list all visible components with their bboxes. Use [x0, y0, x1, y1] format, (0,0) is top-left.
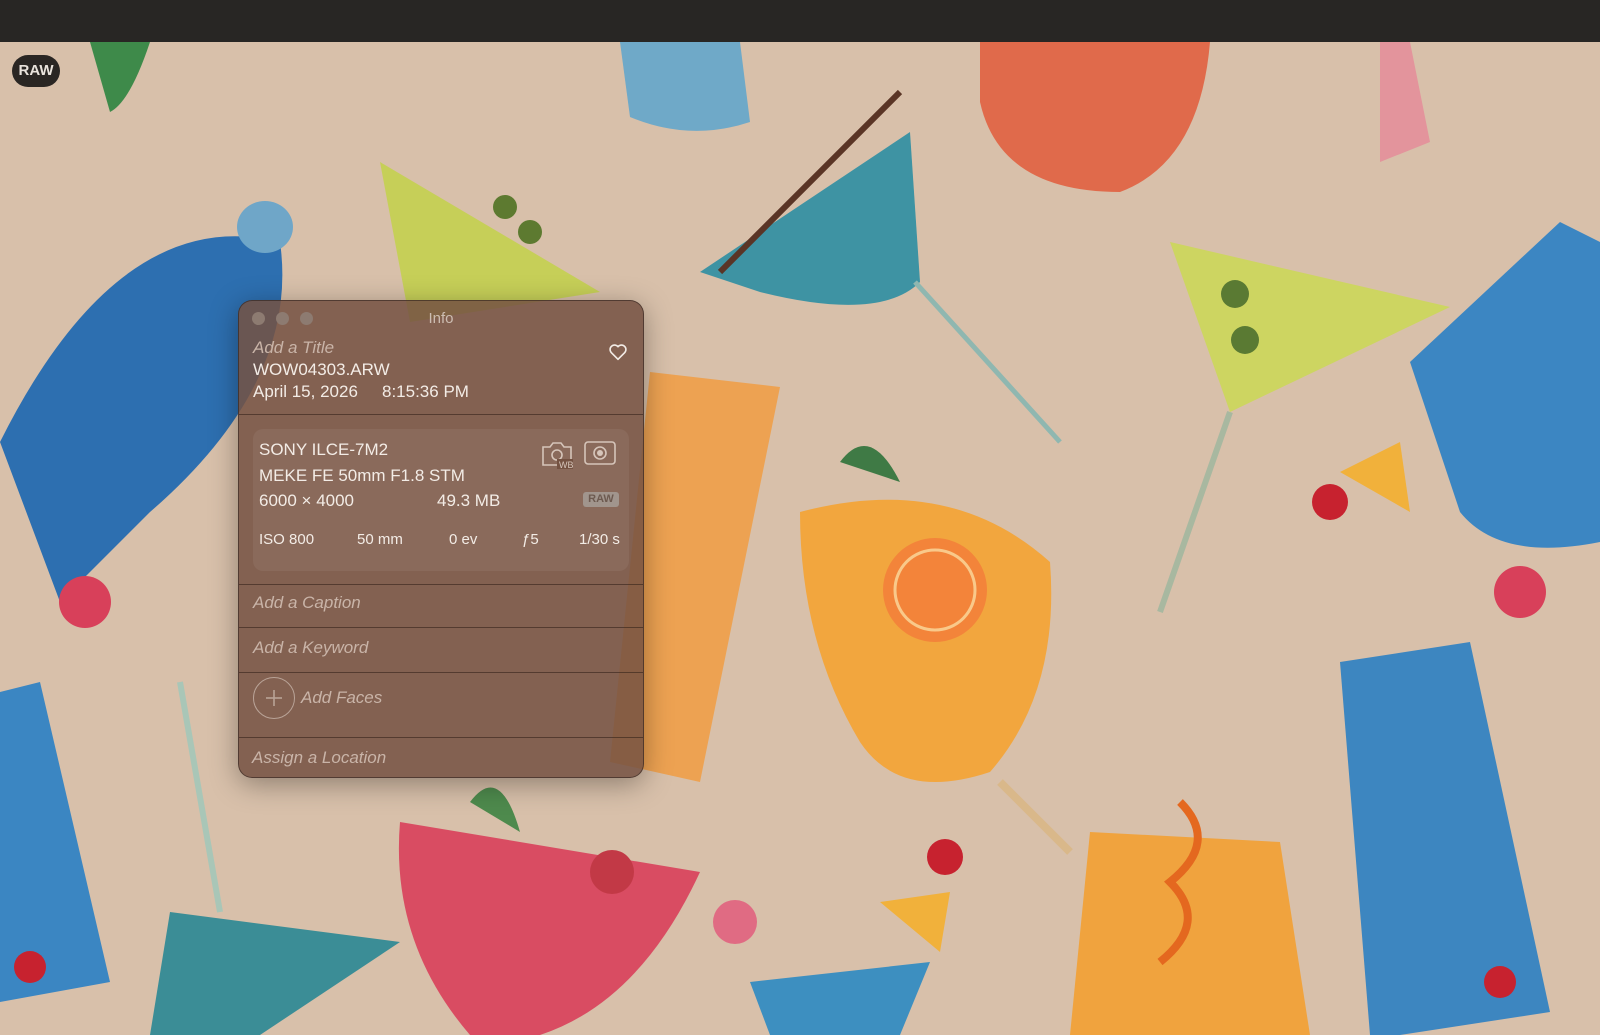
exif-focal-length: 50 mm — [357, 531, 403, 548]
title-field[interactable]: Add a Title — [253, 338, 334, 358]
divider — [239, 672, 643, 673]
exif-iso: ISO 800 — [259, 531, 315, 548]
lens-model: MEKE FE 50mm F1.8 STM — [259, 466, 465, 485]
divider — [239, 584, 643, 585]
caption-field[interactable]: Add a Caption — [253, 593, 361, 613]
exif-shutter-speed: 1/30 s — [579, 531, 620, 548]
raw-badge: RAW — [12, 55, 60, 87]
add-faces-label[interactable]: Add Faces — [301, 688, 382, 708]
plus-icon — [266, 690, 282, 706]
window-titlebar[interactable]: Info — [239, 301, 643, 335]
filename: WOW04303.ARW — [253, 360, 390, 379]
keyword-field[interactable]: Add a Keyword — [253, 638, 368, 658]
add-faces-button[interactable] — [253, 677, 295, 719]
location-field[interactable]: Assign a Location — [252, 748, 386, 768]
raw-format-tag: RAW — [583, 492, 619, 507]
svg-text:WB: WB — [559, 460, 574, 469]
file-size: 49.3 MB — [437, 491, 501, 510]
exif-aperture: ƒ5 — [522, 531, 539, 548]
capture-time: 8:15:36 PM — [382, 382, 469, 401]
toolbar — [0, 0, 1600, 42]
camera-wb-icon[interactable]: WB — [539, 439, 575, 469]
window-title: Info — [428, 310, 454, 327]
exif-exposure-bias: 0 ev — [449, 531, 478, 548]
image-dimensions: 6000 × 4000 — [259, 491, 355, 510]
camera-model: SONY ILCE-7M2 — [259, 440, 389, 459]
capture-date: April 15, 2026 — [253, 382, 358, 401]
divider — [239, 627, 643, 628]
metering-icon[interactable] — [583, 439, 617, 467]
heart-icon[interactable] — [607, 341, 629, 363]
divider — [239, 414, 643, 415]
info-window: Info Add a Title WOW04303.ARW April 15, … — [238, 300, 644, 778]
divider — [239, 737, 643, 738]
